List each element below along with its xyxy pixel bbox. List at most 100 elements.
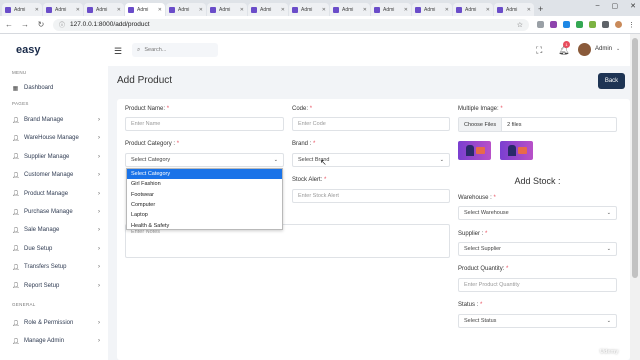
browser-tab[interactable]: Admi ✕ bbox=[248, 3, 288, 16]
browser-tab[interactable]: Admi ✕ bbox=[412, 3, 452, 16]
sidebar-item-supplier-manage[interactable]: 👤︎ Supplier Manage › bbox=[12, 151, 100, 163]
chevron-right-icon: › bbox=[98, 338, 100, 345]
blue-extension-icon[interactable] bbox=[563, 21, 570, 28]
browser-tab[interactable]: Admi ✕ bbox=[43, 3, 83, 16]
sidebar-item-label: Sale Manage bbox=[24, 227, 60, 234]
tab-close-icon[interactable]: ✕ bbox=[117, 7, 121, 13]
code-field[interactable]: Enter Code bbox=[292, 117, 450, 131]
browser-tab[interactable]: Admi ✕ bbox=[453, 3, 493, 16]
search-input[interactable] bbox=[144, 47, 215, 53]
tab-close-icon[interactable]: ✕ bbox=[322, 7, 326, 13]
tab-close-icon[interactable]: ✕ bbox=[158, 7, 162, 13]
category-option[interactable]: Health & Safety bbox=[127, 220, 282, 230]
browser-tab[interactable]: Admi ✕ bbox=[84, 3, 124, 16]
choose-files-button[interactable]: Choose Files bbox=[459, 118, 503, 131]
tab-close-icon[interactable]: ✕ bbox=[281, 7, 285, 13]
browser-tab[interactable]: Admi ✕ bbox=[289, 3, 329, 16]
category-select[interactable]: Select Category ⌄ bbox=[125, 153, 284, 167]
tab-close-icon[interactable]: ✕ bbox=[445, 7, 449, 13]
chevron-down-icon[interactable]: ⌄ bbox=[616, 46, 620, 52]
category-option[interactable]: Girl Fashion bbox=[127, 179, 282, 189]
avatar[interactable] bbox=[578, 43, 591, 56]
user-name[interactable]: Admin bbox=[595, 46, 612, 52]
tab-close-icon[interactable]: ✕ bbox=[486, 7, 490, 13]
supplier-select[interactable]: Select Supplier ⌄ bbox=[458, 242, 617, 256]
back-nav-icon[interactable]: ← bbox=[5, 20, 13, 29]
scrollbar-thumb[interactable] bbox=[632, 38, 638, 278]
category-option[interactable]: Computer bbox=[127, 200, 282, 210]
app-logo[interactable]: easy bbox=[16, 44, 40, 56]
shield-extension-icon[interactable] bbox=[589, 21, 596, 28]
minimize-icon[interactable]: – bbox=[596, 2, 600, 10]
reload-icon[interactable]: ↻ bbox=[37, 20, 45, 29]
maximize-icon[interactable]: ▢ bbox=[612, 2, 619, 10]
sidebar-item-label: Supplier Manage bbox=[24, 153, 70, 160]
quantity-field[interactable]: Enter Product Quantity bbox=[458, 278, 617, 292]
file-input[interactable]: Choose Files 2 files bbox=[458, 117, 617, 132]
browser-tab[interactable]: Admi ✕ bbox=[125, 3, 165, 16]
notification-badge: 1 bbox=[563, 41, 570, 48]
browser-menu-icon[interactable]: ⋮ bbox=[628, 21, 635, 29]
close-window-icon[interactable]: ✕ bbox=[630, 2, 636, 10]
category-option[interactable]: Footwear bbox=[127, 190, 282, 200]
chevron-right-icon: › bbox=[98, 172, 100, 179]
sidebar-item-sale-manage[interactable]: 👤︎ Sale Manage › bbox=[12, 224, 100, 236]
purple-extension-icon[interactable] bbox=[550, 21, 557, 28]
sidebar-item-manage-admin[interactable]: 👤︎ Manage Admin › bbox=[12, 335, 100, 347]
tab-close-icon[interactable]: ✕ bbox=[404, 7, 408, 13]
sidebar-item-purchase-manage[interactable]: 👤︎ Purchase Manage › bbox=[12, 206, 100, 218]
pages-heading: PAGES bbox=[12, 101, 29, 106]
browser-tab[interactable]: Admi ✕ bbox=[494, 3, 534, 16]
browser-tab[interactable]: Admi ✕ bbox=[330, 3, 370, 16]
fullscreen-icon[interactable]: ⛶ bbox=[536, 45, 542, 56]
sidebar-item-label: Product Manage bbox=[24, 190, 69, 197]
url-text[interactable]: 127.0.0.1:8000/add/product bbox=[70, 21, 512, 28]
sidebar-item-warehouse-manage[interactable]: 👤︎ WareHouse Manage › bbox=[12, 132, 100, 144]
sidebar-item-report-setup[interactable]: 👤︎ Report Setup › bbox=[12, 280, 100, 292]
profile-icon[interactable] bbox=[615, 21, 622, 28]
stock-alert-field[interactable]: Enter Stock Alert bbox=[292, 189, 450, 203]
browser-tab[interactable]: Admi ✕ bbox=[207, 3, 247, 16]
puzzle-extension-icon[interactable] bbox=[602, 21, 609, 28]
tab-close-icon[interactable]: ✕ bbox=[363, 7, 367, 13]
code-label: Code: * bbox=[292, 106, 313, 112]
sidebar-item-product-manage[interactable]: 👤︎ Product Manage › bbox=[12, 188, 100, 200]
category-option[interactable]: Select Category bbox=[127, 169, 282, 180]
category-option[interactable]: Laptop bbox=[127, 210, 282, 220]
sidebar-item-role-permission[interactable]: 👤︎ Role & Permission › bbox=[12, 317, 100, 329]
tab-label: Admi bbox=[260, 6, 272, 13]
site-info-icon[interactable]: ⓘ bbox=[59, 20, 65, 29]
sidebar-item-label: Role & Permission bbox=[24, 320, 74, 326]
sidebar-item-label: Brand Manage bbox=[24, 117, 64, 123]
sidebar-item-transfers-setup[interactable]: 👤︎ Transfers Setup › bbox=[12, 261, 100, 273]
tab-close-icon[interactable]: ✕ bbox=[35, 7, 39, 13]
green-extension-icon[interactable] bbox=[576, 21, 583, 28]
sidebar-item-brand-manage[interactable]: 👤︎ Brand Manage › bbox=[12, 114, 100, 126]
camera-extension-icon[interactable] bbox=[537, 21, 544, 28]
url-field[interactable]: ⓘ 127.0.0.1:8000/add/product ☆ bbox=[53, 18, 529, 31]
product-name-field[interactable]: Enter Name bbox=[125, 117, 284, 131]
tab-label: Admi bbox=[424, 6, 436, 13]
browser-tab[interactable]: Admi ✕ bbox=[166, 3, 206, 16]
search-box[interactable]: ⌕ bbox=[132, 43, 218, 57]
browser-tab[interactable]: Admi ✕ bbox=[2, 3, 42, 16]
tab-label: Admi bbox=[219, 6, 231, 13]
brand-select[interactable]: Select Brand ⌄ bbox=[292, 153, 450, 167]
tab-favicon-icon bbox=[87, 6, 93, 13]
sidebar-item-due-setup[interactable]: 👤︎ Due Setup › bbox=[12, 243, 100, 255]
warehouse-select[interactable]: Select Warehouse ⌄ bbox=[458, 206, 617, 220]
sidebar-item-dashboard[interactable]: ▦ Dashboard bbox=[12, 82, 100, 94]
bookmark-star-icon[interactable]: ☆ bbox=[517, 21, 523, 29]
tab-close-icon[interactable]: ✕ bbox=[76, 7, 80, 13]
back-button[interactable]: Back bbox=[598, 73, 625, 89]
sidebar-item-customer-manage[interactable]: 👤︎ Customer Manage › bbox=[12, 169, 100, 181]
tab-close-icon[interactable]: ✕ bbox=[240, 7, 244, 13]
status-select[interactable]: Select Status ⌄ bbox=[458, 314, 617, 328]
forward-nav-icon[interactable]: → bbox=[21, 20, 29, 29]
page-scrollbar[interactable] bbox=[630, 34, 640, 360]
tab-close-icon[interactable]: ✕ bbox=[199, 7, 203, 13]
hamburger-menu-icon[interactable]: ☰ bbox=[114, 46, 122, 57]
tab-close-icon[interactable]: ✕ bbox=[527, 7, 531, 13]
new-tab-button[interactable]: + bbox=[538, 3, 543, 16]
browser-tab[interactable]: Admi ✕ bbox=[371, 3, 411, 16]
